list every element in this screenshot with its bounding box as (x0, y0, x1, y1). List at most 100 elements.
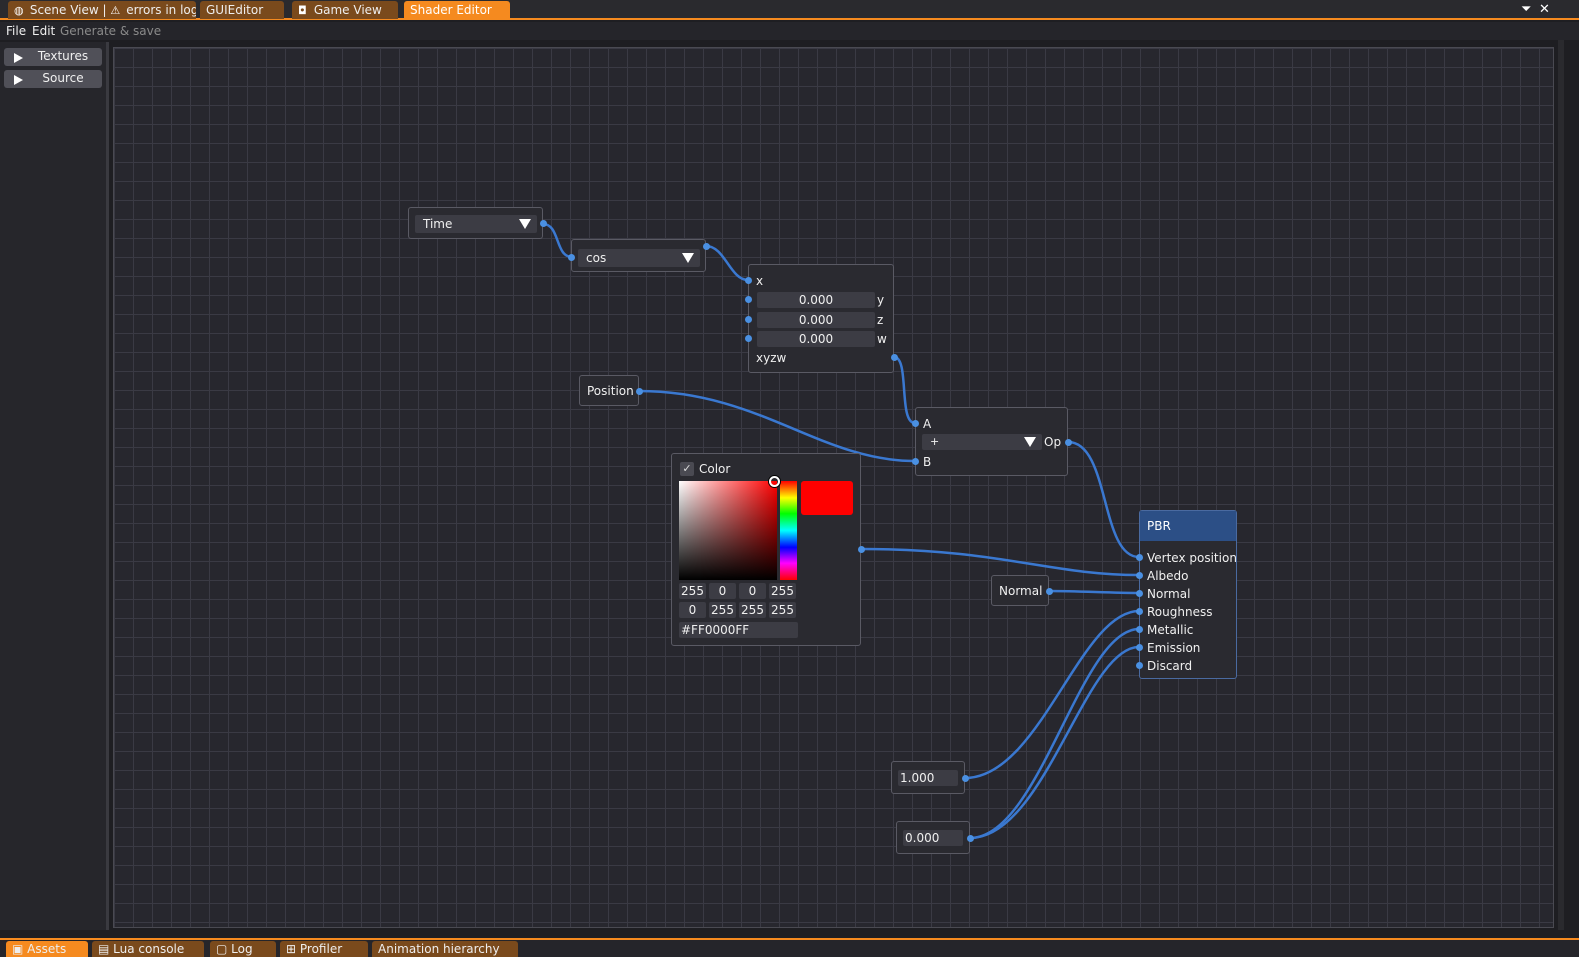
globe-icon: ◍ (14, 4, 24, 17)
sidebar-item-textures[interactable]: Textures (4, 48, 102, 66)
camera-icon: ◘ (298, 4, 307, 17)
sidebar-item-source[interactable]: Source (4, 70, 102, 88)
menu-edit[interactable]: Edit (32, 22, 55, 40)
time-select[interactable]: Time (415, 215, 537, 233)
hue-slider[interactable] (780, 481, 797, 580)
tab-scene-view[interactable]: ◍ Scene View | ⚠ errors in log (8, 1, 196, 19)
panel-splitter[interactable] (106, 42, 109, 930)
red-field[interactable]: 255 (679, 583, 706, 599)
tab-profiler[interactable]: ⊞ Profiler (280, 941, 368, 957)
normal-pin[interactable] (1136, 590, 1143, 597)
chevron-down-icon (1024, 437, 1036, 447)
time-select-value: Time (423, 217, 453, 231)
float-value-field[interactable]: 1.000 (898, 770, 958, 786)
output-pin[interactable] (636, 388, 643, 395)
float-node-zero[interactable]: 0.000 (896, 821, 974, 854)
value-field[interactable]: 255 (739, 602, 766, 618)
hsv-alpha-field[interactable]: 255 (769, 602, 796, 618)
tab-gui-editor[interactable]: GUIEditor (200, 1, 284, 19)
metallic-label: Metallic (1147, 623, 1194, 637)
tab-shader-editor[interactable]: Shader Editor (404, 1, 510, 19)
tab-log-label: Log (231, 942, 253, 956)
vector-node[interactable]: x 0.000 y 0.000 z 0.000 w xyzw (745, 264, 898, 373)
sidebar-item-label: Source (42, 71, 84, 85)
vertex-position-pin[interactable] (1136, 554, 1143, 561)
output-pin[interactable] (1065, 439, 1072, 446)
tab-list-icon[interactable]: ⏷ (1521, 1, 1531, 19)
z-label: z (877, 313, 884, 327)
z-field[interactable]: 0.000 (757, 312, 875, 328)
close-icon[interactable]: ✕ (1539, 1, 1550, 19)
discard-pin[interactable] (1136, 662, 1143, 669)
albedo-label: Albedo (1147, 569, 1189, 583)
w-input-pin[interactable] (745, 335, 752, 342)
normal-node[interactable]: Normal (991, 575, 1053, 606)
tab-errors-label: errors in log (126, 3, 196, 17)
a-input-pin[interactable] (912, 420, 919, 427)
normal-label: Normal (999, 584, 1043, 598)
saturation-value-picker[interactable] (679, 481, 777, 580)
y-field[interactable]: 0.000 (757, 292, 875, 308)
alpha-field[interactable]: 255 (769, 583, 796, 599)
checkmark-icon[interactable]: ✓ (680, 462, 694, 476)
picker-cursor-icon[interactable] (769, 476, 780, 487)
roughness-pin[interactable] (1136, 608, 1143, 615)
float-node-one[interactable]: 1.000 (891, 761, 969, 794)
output-pin[interactable] (1046, 588, 1053, 595)
chart-icon: ⊞ (286, 942, 297, 956)
sidebar-item-label: Textures (37, 49, 89, 63)
blue-field[interactable]: 0 (739, 583, 766, 599)
emission-pin[interactable] (1136, 644, 1143, 651)
menu-generate-save[interactable]: Generate & save (60, 22, 161, 40)
menu-file[interactable]: File (6, 22, 26, 40)
output-pin[interactable] (891, 354, 898, 361)
float-value-field[interactable]: 0.000 (903, 830, 963, 846)
vertical-scrollbar[interactable] (1558, 40, 1564, 930)
position-node[interactable]: Position (579, 375, 643, 406)
b-input-pin[interactable] (912, 458, 919, 465)
bottom-tab-bar: ▣ Assets ▤ Lua console ▢ Log ⊞ Profiler … (0, 938, 1579, 957)
tab-lua-console[interactable]: ▤ Lua console (92, 941, 204, 957)
output-pin[interactable] (858, 546, 865, 553)
normal-input-label: Normal (1147, 587, 1191, 601)
roughness-label: Roughness (1147, 605, 1213, 619)
tab-game-view-label: Game View (313, 3, 382, 17)
cos-node[interactable]: cos (568, 239, 710, 272)
menu-bar: File Edit Generate & save (0, 22, 1579, 40)
z-input-pin[interactable] (745, 316, 752, 323)
output-pin[interactable] (967, 835, 974, 842)
albedo-pin[interactable] (1136, 572, 1143, 579)
time-node[interactable]: Time (408, 207, 547, 239)
operator-node[interactable]: A + Op B (912, 407, 1072, 476)
hex-field[interactable]: #FF0000FF (679, 622, 798, 638)
xyzw-label: xyzw (756, 351, 787, 365)
saturation-field[interactable]: 255 (709, 602, 736, 618)
output-pin[interactable] (962, 775, 969, 782)
output-pin[interactable] (703, 243, 710, 250)
tab-assets[interactable]: ▣ Assets (6, 941, 88, 957)
output-pin[interactable] (540, 220, 547, 227)
green-field[interactable]: 0 (709, 583, 736, 599)
tab-lua-console-label: Lua console (113, 942, 185, 956)
metallic-pin[interactable] (1136, 626, 1143, 633)
emission-label: Emission (1147, 641, 1201, 655)
color-node[interactable]: ✓ Color 255 0 0 255 0 255 255 255 #FF000… (671, 453, 865, 646)
function-select[interactable]: cos (578, 249, 700, 267)
x-input-pin[interactable] (745, 277, 752, 284)
warning-icon: ⚠ (110, 4, 121, 17)
tab-game-view[interactable]: ◘ Game View (292, 1, 398, 19)
color-swatch[interactable] (801, 481, 853, 515)
w-field[interactable]: 0.000 (757, 331, 875, 347)
input-pin[interactable] (568, 254, 575, 261)
b-label: B (923, 455, 932, 469)
hue-field[interactable]: 0 (679, 602, 706, 618)
console-icon: ▤ (98, 942, 110, 956)
tab-animation-hierarchy[interactable]: Animation hierarchy (372, 941, 518, 957)
tab-log[interactable]: ▢ Log (210, 941, 276, 957)
tab-scene-view-label: Scene View | (29, 3, 111, 17)
y-input-pin[interactable] (745, 296, 752, 303)
operator-select[interactable]: + (922, 434, 1042, 450)
pbr-node[interactable]: PBR Vertex position Albedo Normal Roughn… (1136, 510, 1237, 679)
tab-profiler-label: Profiler (299, 942, 343, 956)
x-label: x (756, 274, 764, 288)
